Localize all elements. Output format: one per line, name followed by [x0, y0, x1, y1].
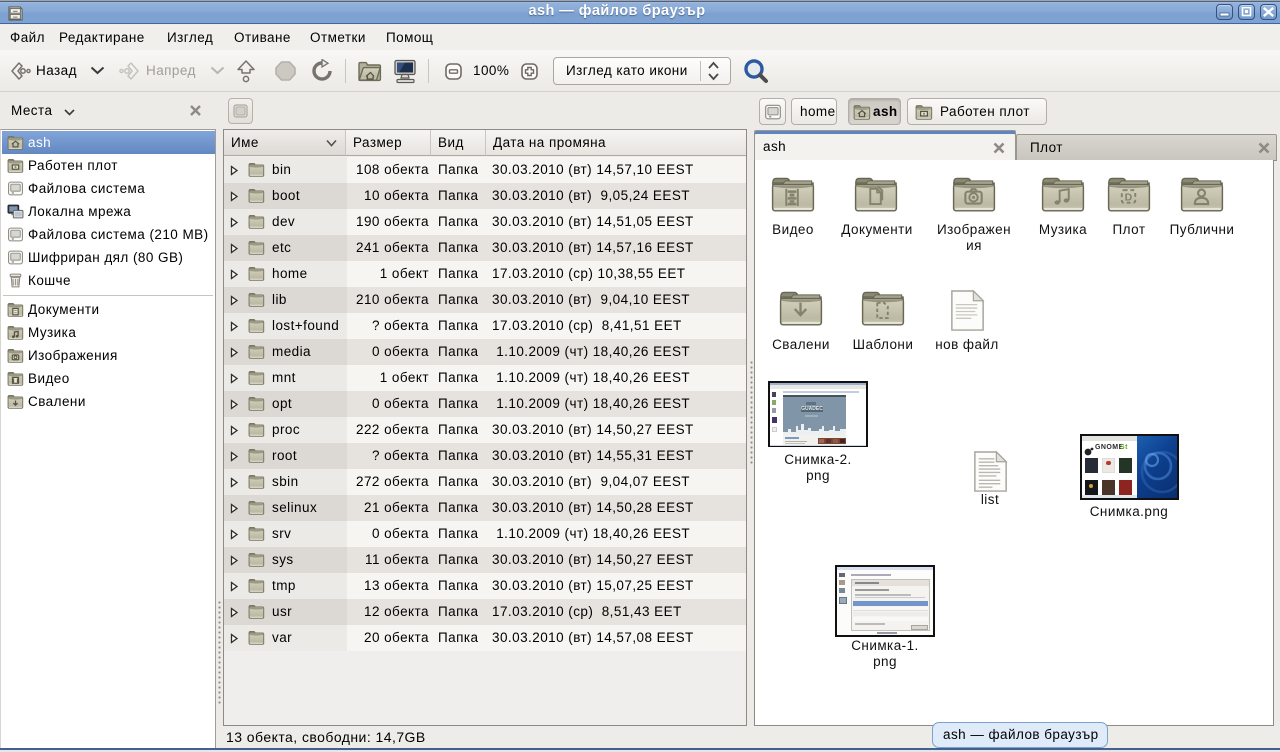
svg-text:D: D [1125, 191, 1133, 203]
